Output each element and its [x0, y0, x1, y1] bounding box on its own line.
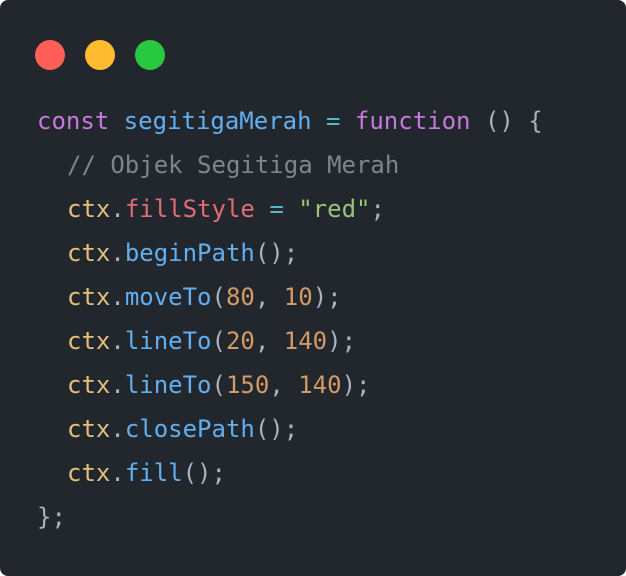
- code-token: ,: [269, 371, 299, 399]
- code-line: const segitigaMerah = function () {: [37, 99, 543, 143]
- code-token: segitigaMerah: [123, 107, 312, 135]
- code-token: 150: [225, 371, 270, 399]
- code-token: .: [110, 459, 125, 487]
- code-token: lineTo: [124, 371, 212, 399]
- code-token: .: [110, 283, 125, 311]
- code-token: ();: [254, 239, 299, 267]
- code-line: ctx.lineTo(20, 140);: [37, 319, 543, 363]
- code-token: 140: [283, 327, 328, 355]
- code-token: (: [211, 371, 226, 399]
- code-token: ctx: [67, 459, 111, 487]
- maximize-button[interactable]: [135, 40, 165, 70]
- code-token: 80: [225, 283, 255, 311]
- code-token: ctx: [67, 283, 111, 311]
- code-token: ctx: [67, 415, 111, 443]
- code-token: fill: [124, 459, 183, 487]
- code-window: const segitigaMerah = function () { // Ob…: [0, 0, 626, 576]
- code-token: ();: [182, 459, 226, 487]
- code-token: =: [326, 107, 341, 135]
- code-line: ctx.fill();: [37, 451, 543, 495]
- code-token: =: [269, 195, 284, 223]
- code-token: 10: [283, 283, 313, 311]
- code-token: const: [37, 107, 110, 135]
- code-token: closePath: [124, 415, 255, 443]
- code-token: ctx: [67, 195, 111, 223]
- close-button[interactable]: [35, 40, 65, 70]
- code-token: );: [341, 371, 371, 399]
- code-token: (: [211, 327, 226, 355]
- code-token: lineTo: [124, 327, 212, 355]
- code-token: ,: [254, 327, 284, 355]
- window-controls: [35, 40, 165, 70]
- code-token: .: [110, 371, 125, 399]
- code-token: moveTo: [124, 283, 212, 311]
- code-line: ctx.beginPath();: [37, 231, 543, 275]
- code-token: .: [110, 195, 125, 223]
- code-token: ctx: [67, 239, 111, 267]
- code-token: function: [354, 107, 471, 135]
- code-line: // Objek Segitiga Merah: [37, 143, 543, 187]
- code-token: .: [110, 239, 125, 267]
- code-line: ctx.moveTo(80, 10);: [37, 275, 543, 319]
- code-token: .: [110, 415, 125, 443]
- code-token: );: [327, 327, 357, 355]
- code-token: ,: [254, 283, 284, 311]
- code-token: (: [211, 283, 226, 311]
- code-line: ctx.fillStyle = "red";: [37, 187, 543, 231]
- code-token: ctx: [67, 327, 111, 355]
- code-token: 140: [298, 371, 342, 399]
- code-token: ;: [370, 195, 385, 223]
- code-token: 20: [225, 327, 255, 355]
- code-token: ();: [254, 415, 299, 443]
- code-block: const segitigaMerah = function () { // Ob…: [37, 99, 543, 539]
- code-token: ctx: [67, 371, 111, 399]
- code-line: ctx.lineTo(150, 140);: [37, 363, 543, 407]
- code-token: };: [37, 503, 66, 531]
- code-token: .: [110, 327, 125, 355]
- code-token: );: [312, 283, 342, 311]
- code-line: ctx.closePath();: [37, 407, 543, 451]
- minimize-button[interactable]: [85, 40, 115, 70]
- code-token: beginPath: [124, 239, 255, 267]
- code-token: fillStyle: [124, 195, 255, 223]
- code-token: "red": [298, 195, 371, 223]
- code-token: // Objek Segitiga Merah: [67, 151, 400, 179]
- code-token: () {: [470, 107, 543, 135]
- code-line: };: [37, 495, 543, 539]
